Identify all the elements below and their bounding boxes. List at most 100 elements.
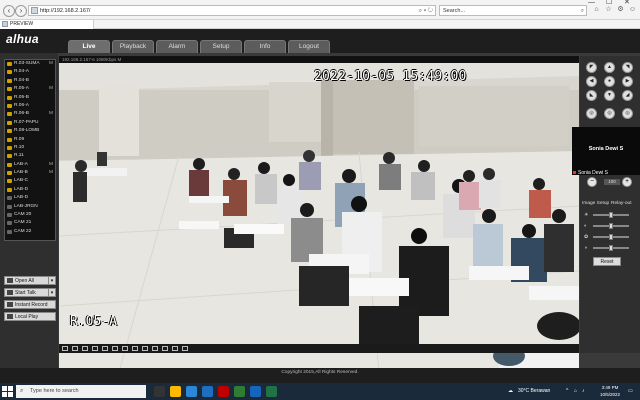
address-bar[interactable]: http://192.168.2.167/ ⌕ ▾ ↻ [28,5,436,16]
maximize-button[interactable]: ☐ [606,0,612,6]
chevron-down-icon[interactable]: ▾ [48,289,55,297]
ptz-down-left-icon[interactable]: ◣ [586,90,597,101]
menu-live[interactable]: Live [68,40,110,53]
chevron-down-icon[interactable]: ▾ [48,277,55,285]
camera-list-item[interactable]: CAM 21 [5,219,55,227]
file-explorer-icon[interactable] [170,386,181,397]
weather-icon[interactable]: ☁ [508,383,513,400]
slider-knob[interactable] [609,212,613,218]
local-play-button[interactable]: Local Play [4,312,56,321]
task-view-icon[interactable] [154,386,165,397]
camera-list-item[interactable]: R.04-A [5,68,55,76]
snapshot-icon[interactable] [132,346,138,351]
camera-list-item[interactable]: CAM 20 [5,211,55,219]
instant-record-button[interactable]: Instant Record [4,300,56,309]
chrome-icon[interactable] [218,386,229,397]
menu-logout[interactable]: Logout [288,40,330,53]
record-toggle-icon[interactable] [142,346,148,351]
zoom-icon[interactable] [152,346,158,351]
browser-search-input[interactable]: Search... ⌕ [439,5,587,16]
slider-knob[interactable] [609,223,613,229]
home-icon[interactable]: ⌂ [592,5,601,14]
zoom-in-button[interactable]: + [622,177,632,187]
camera-list[interactable]: R.03-SUMA M R.04-A R.04-B R.05-A M R.05-B R.06-… [4,59,56,241]
relay-out-title[interactable]: Relay-out [611,199,632,209]
fullscreen-icon[interactable] [102,346,108,351]
camera-list-item[interactable]: R.11 [5,152,55,160]
ptz-right-icon[interactable]: ▶ [622,76,633,87]
reset-button[interactable]: Reset [593,257,621,266]
notification-icon[interactable]: ▭ [628,383,633,400]
camera-list-item[interactable]: R.07-PAPU [5,119,55,127]
address-controls[interactable]: ⌕ ▾ ↻ [419,6,433,16]
camera-list-item[interactable]: R.06-B M [5,110,55,118]
mail-icon[interactable] [202,386,213,397]
taskbar-search-input[interactable]: ⌕ Type here to search [16,385,146,398]
menu-info[interactable]: Info [244,40,286,53]
excel-icon[interactable] [234,386,245,397]
ptz-up-icon[interactable]: ▲ [604,62,615,73]
contrast-slider[interactable]: ◐ [584,223,636,229]
camera-list-item[interactable]: LAB-D [5,186,55,194]
slider-knob[interactable] [609,245,613,251]
feedback-icon[interactable]: ☺ [628,5,637,14]
camera-list-item[interactable]: R.05-B [5,94,55,102]
camera-list-item[interactable]: R.06-A [5,102,55,110]
layout-36-icon[interactable] [122,346,128,351]
forward-button[interactable]: › [15,5,27,17]
slider-knob[interactable] [609,234,613,240]
network-icon[interactable]: ⌂ [574,383,577,400]
slider-track[interactable] [593,212,629,218]
brightness-slider[interactable]: ☀ [584,212,636,218]
camera-list-item[interactable]: LAB-D [5,194,55,202]
search-icon[interactable]: ⌕ [581,6,584,16]
camera-list-item[interactable]: CAM 22 [5,228,55,236]
camera-list-item[interactable]: R.05-A M [5,85,55,93]
ptz-down-icon[interactable]: ▼ [604,90,615,101]
ptz-up-right-icon[interactable]: ◥ [622,62,633,73]
open-all-button[interactable]: Open All ▾ [4,276,56,285]
tab-preview[interactable]: PREVIEW [0,20,94,29]
slider-track[interactable] [593,245,629,251]
video-feed[interactable] [59,56,579,372]
weather-text[interactable]: 30°C Berawan [518,383,550,400]
ptz-up-left-icon[interactable]: ◤ [586,62,597,73]
camera-list-item[interactable]: R.04-B [5,77,55,85]
ptz-center-icon[interactable]: ● [604,76,615,87]
menu-setup[interactable]: Setup [200,40,242,53]
camera-list-item[interactable]: LAB-JRGN [5,203,55,211]
windows-start-icon[interactable] [2,386,13,397]
layout-1-icon[interactable] [62,346,68,351]
taskbar-clock[interactable]: 3:49 PM 10/5/2022 [596,385,624,398]
saturation-slider[interactable]: ✿ [584,234,636,240]
slider-track[interactable] [593,234,629,240]
start-talk-button[interactable]: Start Talk ▾ [4,288,56,297]
audio-icon[interactable] [162,346,168,351]
zoom-out-button[interactable]: − [587,177,597,187]
close-button[interactable]: ✕ [624,0,630,6]
word-icon[interactable] [250,386,261,397]
sheets-icon[interactable] [266,386,277,397]
camera-list-item[interactable]: LAB-B M [5,169,55,177]
volume-icon[interactable]: ♪ [582,383,585,400]
ptz-left-icon[interactable]: ◀ [586,76,597,87]
favorites-icon[interactable]: ☆ [604,5,613,14]
image-setup-title[interactable]: Image Setup [582,199,609,209]
tray-chevron-icon[interactable]: ^ [566,383,568,400]
slider-track[interactable] [593,223,629,229]
stream-icon[interactable] [172,346,178,351]
back-button[interactable]: ‹ [3,5,15,17]
close-video-icon[interactable] [182,346,188,351]
layout-25-icon[interactable] [112,346,118,351]
menu-playback[interactable]: Playback [112,40,154,53]
camera-list-item[interactable]: R.10 [5,144,55,152]
ptz-down-right-icon[interactable]: ◢ [622,90,633,101]
layout-4-icon[interactable] [72,346,78,351]
ptz-aux-icon[interactable]: ◎ [604,108,615,119]
camera-list-item[interactable]: LAB-C [5,177,55,185]
layout-9-icon[interactable] [82,346,88,351]
menu-alarm[interactable]: Alarm [156,40,198,53]
ptz-aux-icon[interactable]: ◎ [622,108,633,119]
minimize-button[interactable]: — [588,0,595,6]
camera-list-item[interactable]: LAB-A M [5,161,55,169]
